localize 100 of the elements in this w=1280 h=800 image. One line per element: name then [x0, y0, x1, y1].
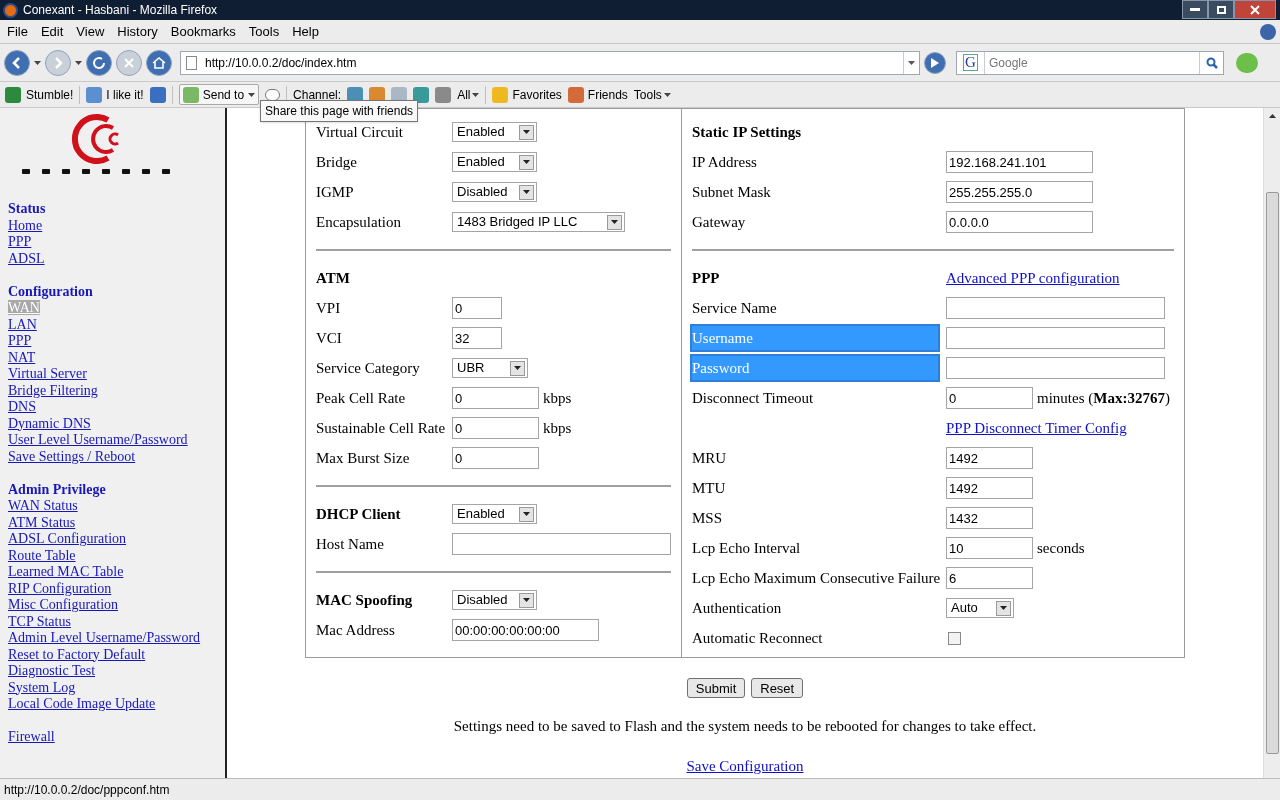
- home-button[interactable]: [146, 49, 172, 76]
- selected-label: Username: [690, 324, 940, 352]
- menu-item[interactable]: Help: [287, 21, 324, 42]
- search-field[interactable]: G Google: [956, 50, 1224, 75]
- text-field[interactable]: 00:00:00:00:00:00: [452, 619, 599, 641]
- dropdown[interactable]: Enabled: [452, 504, 537, 524]
- text-field[interactable]: [946, 327, 1165, 349]
- nav-link[interactable]: Learned MAC Table: [8, 564, 124, 579]
- nav-link[interactable]: Dynamic DNS: [8, 415, 91, 431]
- menu-item[interactable]: Tools: [243, 21, 285, 42]
- address-field[interactable]: http://10.0.0.2/doc/index.htm: [180, 50, 920, 75]
- go-button[interactable]: [924, 51, 946, 74]
- minimize-button[interactable]: [1182, 0, 1208, 19]
- text-field[interactable]: [946, 357, 1165, 379]
- text-field[interactable]: 0: [946, 387, 1033, 409]
- nav-link[interactable]: ADSL: [8, 250, 45, 266]
- send-to-button[interactable]: Send to: [178, 84, 260, 105]
- nav-link[interactable]: RIP Configuration: [8, 580, 112, 596]
- restore-button[interactable]: [1208, 0, 1234, 19]
- menu-item[interactable]: Bookmarks: [165, 21, 241, 42]
- nav-link[interactable]: PPP: [8, 234, 32, 249]
- caret-icon[interactable]: [248, 92, 256, 97]
- menu-item[interactable]: File: [0, 21, 33, 42]
- text-field[interactable]: 0.0.0.0: [946, 211, 1093, 233]
- caret-icon[interactable]: [472, 92, 480, 97]
- text-field[interactable]: 0: [452, 297, 502, 319]
- dropdown[interactable]: Disabled: [452, 182, 537, 202]
- nav-link[interactable]: WAN Status: [8, 498, 78, 513]
- dropdown[interactable]: 1483 Bridged IP LLC: [452, 212, 625, 232]
- nav-link[interactable]: Route Table: [8, 547, 76, 563]
- search-placeholder: Google: [989, 55, 1028, 70]
- nav-link[interactable]: Reset to Factory Default: [8, 646, 146, 662]
- text-field[interactable]: 1432: [946, 507, 1033, 529]
- link[interactable]: PPP Disconnect Timer Config: [946, 416, 1127, 440]
- unit-text: minutes (Max:32767): [1037, 388, 1170, 408]
- caret-icon[interactable]: [75, 60, 82, 65]
- text-field[interactable]: 192.168.241.101: [946, 151, 1093, 173]
- friends-button[interactable]: Friends: [567, 85, 628, 104]
- nav-link[interactable]: Save Settings / Reboot: [8, 448, 136, 464]
- reload-button[interactable]: [86, 49, 112, 76]
- caret-icon[interactable]: [663, 92, 671, 97]
- back-button[interactable]: [4, 49, 30, 76]
- field-label: Encapsulation: [316, 212, 401, 232]
- favorites-button[interactable]: Favorites: [492, 85, 562, 104]
- tooltip: Share this page with friends: [260, 100, 419, 122]
- scrollbar[interactable]: [1263, 108, 1280, 778]
- nav-link[interactable]: Misc Configuration: [8, 597, 119, 612]
- close-icon: [124, 57, 134, 68]
- checkbox[interactable]: [948, 631, 961, 645]
- text-field[interactable]: 0: [452, 387, 539, 409]
- form-button[interactable]: Reset: [751, 678, 804, 698]
- close-button[interactable]: [1234, 0, 1276, 19]
- caret-icon[interactable]: [34, 60, 41, 65]
- menu-item[interactable]: History: [112, 21, 163, 42]
- text-field[interactable]: 255.255.255.0: [946, 181, 1093, 203]
- nav-link[interactable]: PPP: [8, 333, 32, 348]
- text-field[interactable]: 10: [946, 537, 1033, 559]
- nav-link[interactable]: Virtual Server: [8, 366, 87, 381]
- up-arrow-icon[interactable]: [1268, 114, 1276, 118]
- dropdown[interactable]: UBR: [452, 358, 528, 378]
- nav-link[interactable]: Bridge Filtering: [8, 382, 98, 398]
- nav-link[interactable]: User Level Username/Password: [8, 432, 188, 447]
- save-configuration-link[interactable]: Save Configuration: [686, 754, 804, 777]
- dropdown[interactable]: Disabled: [452, 590, 537, 610]
- nav-link[interactable]: LAN: [8, 316, 37, 332]
- nav-link[interactable]: Firewall: [8, 729, 55, 744]
- form-button[interactable]: Submit: [686, 678, 746, 698]
- nav-link[interactable]: Home: [8, 217, 43, 233]
- nav-link[interactable]: Local Code Image Update: [8, 696, 156, 711]
- text-field[interactable]: [946, 297, 1165, 319]
- stumble-button[interactable]: Stumble!: [5, 85, 74, 104]
- tools-dropdown[interactable]: Tools: [633, 85, 671, 104]
- dropdown[interactable]: Auto: [946, 598, 1014, 618]
- text-field[interactable]: [452, 533, 671, 555]
- dropdown[interactable]: Enabled: [452, 152, 537, 172]
- nav-link[interactable]: System Log: [8, 679, 76, 695]
- nav-link[interactable]: TCP Status: [8, 613, 71, 629]
- nav-link[interactable]: ADSL Configuration: [8, 531, 127, 546]
- text-field[interactable]: 32: [452, 327, 502, 349]
- text-field[interactable]: 1492: [946, 477, 1033, 499]
- nav-link[interactable]: ATM Status: [8, 514, 76, 530]
- section-heading: Status: [8, 201, 47, 218]
- text-field[interactable]: 0: [452, 417, 539, 439]
- nav-link[interactable]: Diagnostic Test: [8, 663, 96, 678]
- text-field[interactable]: 0: [452, 447, 539, 469]
- all-dropdown[interactable]: All: [457, 85, 480, 104]
- nav-link[interactable]: DNS: [8, 399, 36, 414]
- dropdown[interactable]: Enabled: [452, 122, 537, 142]
- text-field[interactable]: 6: [946, 567, 1033, 589]
- stop-button[interactable]: [116, 49, 142, 76]
- link[interactable]: Advanced PPP configuration: [946, 266, 1120, 290]
- nav-link[interactable]: NAT: [8, 349, 36, 365]
- speech-bubble-icon[interactable]: [265, 88, 281, 101]
- menu-item[interactable]: Edit: [35, 21, 69, 42]
- menu-item[interactable]: View: [71, 21, 110, 42]
- close-icon: [1250, 4, 1260, 15]
- nav-link[interactable]: Admin Level Username/Password: [8, 630, 201, 645]
- text-field[interactable]: 1492: [946, 447, 1033, 469]
- search-engine-selector[interactable]: G: [957, 51, 985, 74]
- like-button[interactable]: I like it!: [86, 85, 144, 104]
